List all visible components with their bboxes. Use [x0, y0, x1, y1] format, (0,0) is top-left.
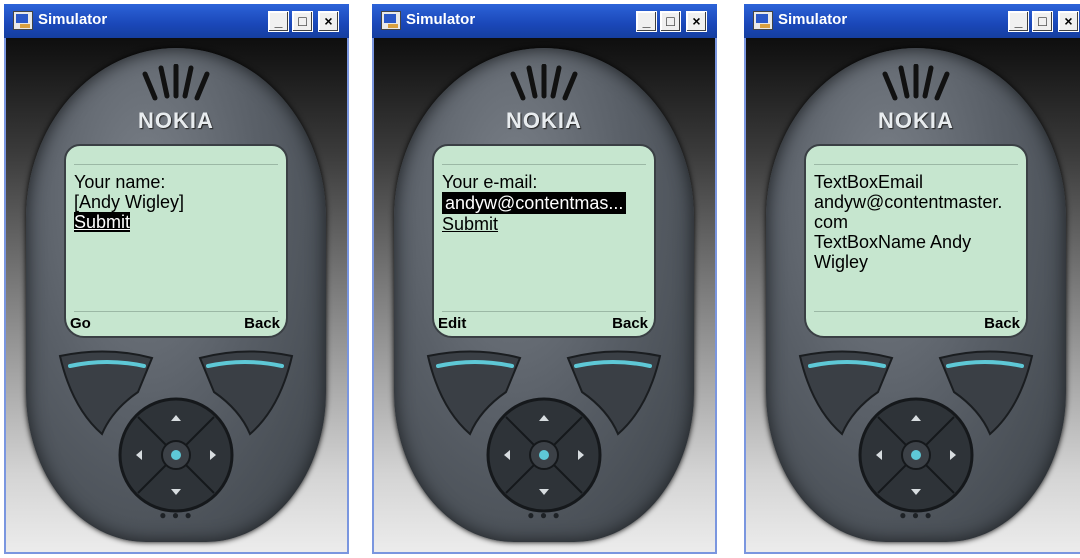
close-button[interactable]: ×: [318, 11, 339, 32]
navigation-pad[interactable]: [116, 395, 236, 515]
softkey-right-label: Back: [612, 315, 648, 332]
window-titlebar[interactable]: Simulator _ □ ×: [744, 4, 1080, 38]
window-title: Simulator: [778, 11, 848, 28]
simulator-client-area: NOKIA Your e-mail: andyw@contentmas... S…: [374, 38, 715, 552]
navigation-pad[interactable]: [484, 395, 604, 515]
minimize-button[interactable]: _: [636, 11, 657, 32]
minimize-button[interactable]: _: [1008, 11, 1029, 32]
softkey-left-label: Go: [70, 315, 91, 332]
softkey-right-label: Back: [984, 315, 1020, 332]
microphone-dots-icon: ● ● ●: [899, 508, 933, 522]
simulator-app-icon: [381, 11, 401, 30]
email-field[interactable]: andyw@contentmas...: [442, 192, 627, 214]
window-titlebar[interactable]: Simulator _ □ ×: [4, 4, 349, 38]
result-line: TextBoxEmail: [814, 172, 924, 192]
submit-link[interactable]: Submit: [74, 212, 131, 232]
window-title: Simulator: [406, 11, 476, 28]
simulator-window-1: Simulator _ □ × NOKIA Your name: [Andy W…: [4, 4, 349, 554]
name-value[interactable]: [Andy Wigley]: [74, 192, 280, 212]
window-title: Simulator: [38, 11, 108, 28]
navigation-pad[interactable]: [856, 395, 976, 515]
maximize-button[interactable]: □: [292, 11, 313, 32]
result-line: com: [814, 212, 849, 232]
simulator-app-icon: [13, 11, 33, 30]
phone-screen: Your e-mail: andyw@contentmas... Submit …: [432, 144, 656, 338]
speaker-grille-icon: [882, 64, 950, 101]
submit-link[interactable]: Submit: [442, 214, 498, 234]
close-button[interactable]: ×: [1058, 11, 1079, 32]
softkey-right-label: Back: [244, 315, 280, 332]
result-line: TextBoxName Andy: [814, 232, 972, 252]
softkey-left-label: Edit: [438, 315, 467, 332]
simulator-client-area: NOKIA Your name: [Andy Wigley] Submit Go…: [6, 38, 347, 552]
simulator-window-3: Simulator _ □ × NOKIA TextBoxEmail andyw…: [744, 4, 1080, 554]
name-label: Your name:: [74, 172, 166, 192]
phone-brand-logo: NOKIA: [506, 108, 582, 133]
simulator-app-icon: [753, 11, 773, 30]
simulator-window-2: Simulator _ □ × NOKIA Your e-mail: andyw…: [372, 4, 717, 554]
result-line: Wigley: [814, 252, 869, 272]
microphone-dots-icon: ● ● ●: [159, 508, 193, 522]
maximize-button[interactable]: □: [1032, 11, 1053, 32]
microphone-dots-icon: ● ● ●: [527, 508, 561, 522]
maximize-button[interactable]: □: [660, 11, 681, 32]
phone-brand-logo: NOKIA: [878, 108, 954, 133]
nokia-phone: NOKIA Your e-mail: andyw@contentmas... S…: [394, 48, 694, 542]
email-label: Your e-mail:: [442, 172, 538, 192]
result-line: andyw@contentmaster.: [814, 192, 1003, 212]
speaker-grille-icon: [510, 64, 578, 101]
nokia-phone: NOKIA TextBoxEmail andyw@contentmaster. …: [766, 48, 1066, 542]
window-titlebar[interactable]: Simulator _ □ ×: [372, 4, 717, 38]
phone-brand-logo: NOKIA: [138, 108, 214, 133]
simulator-client-area: NOKIA TextBoxEmail andyw@contentmaster. …: [746, 38, 1080, 552]
nokia-phone: NOKIA Your name: [Andy Wigley] Submit Go…: [26, 48, 326, 542]
phone-screen: Your name: [Andy Wigley] Submit Go Back: [64, 144, 288, 338]
phone-screen: TextBoxEmail andyw@contentmaster. com Te…: [804, 144, 1028, 338]
speaker-grille-icon: [142, 64, 210, 101]
minimize-button[interactable]: _: [268, 11, 289, 32]
close-button[interactable]: ×: [686, 11, 707, 32]
